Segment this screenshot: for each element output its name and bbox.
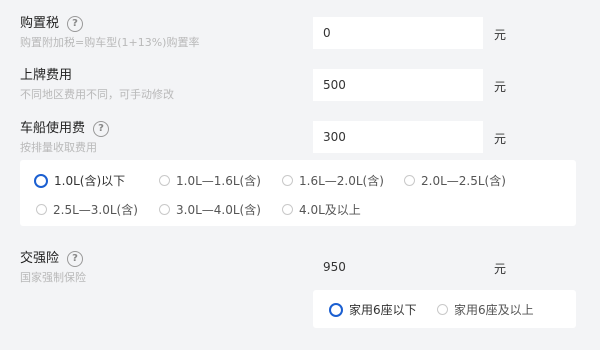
radio-icon — [36, 204, 47, 215]
plate-fee-input[interactable]: 500 — [313, 69, 483, 101]
radio-selected-icon — [329, 302, 343, 317]
plate-fee-unit: 元 — [494, 80, 507, 94]
radio-icon — [282, 175, 293, 186]
radio-displacement-2[interactable]: 1.0L—1.6L(含) — [159, 172, 261, 189]
radio-displacement-3[interactable]: 1.6L—2.0L(含) — [282, 172, 384, 189]
radio-displacement-4[interactable]: 2.0L—2.5L(含) — [404, 172, 506, 189]
radio-icon — [437, 304, 448, 315]
purchase-tax-label: 购置税? — [20, 12, 84, 32]
insurance-value: 950 — [323, 260, 346, 274]
radio-icon — [159, 204, 170, 215]
purchase-tax-description: 购置附加税=购车型(1+13%)购置率 — [20, 36, 200, 49]
radio-displacement-5[interactable]: 2.5L—3.0L(含) — [36, 201, 138, 218]
radio-icon — [159, 175, 170, 186]
vehicle-tax-input[interactable]: 300 — [313, 121, 483, 153]
displacement-options-panel: 1.0L(含)以下 1.0L—1.6L(含) 1.6L—2.0L(含) 2.0L… — [20, 160, 576, 226]
vehicle-tax-description: 按排量收取费用 — [20, 141, 97, 154]
vehicle-tax-label: 车船使用费? — [20, 117, 110, 137]
radio-icon — [282, 204, 293, 215]
radio-displacement-7[interactable]: 4.0L及以上 — [282, 201, 361, 218]
radio-seats-under-6[interactable]: 家用6座以下 — [329, 301, 417, 318]
purchase-tax-input[interactable]: 0 — [313, 17, 483, 49]
vehicle-tax-unit: 元 — [494, 132, 507, 146]
radio-icon — [404, 175, 415, 186]
radio-displacement-6[interactable]: 3.0L—4.0L(含) — [159, 201, 261, 218]
radio-selected-icon — [34, 173, 48, 188]
seat-options-panel: 家用6座以下 家用6座及以上 — [313, 290, 576, 328]
purchase-tax-unit: 元 — [494, 28, 507, 42]
plate-fee-description: 不同地区费用不同，可手动修改 — [20, 88, 174, 101]
help-icon[interactable]: ? — [67, 250, 84, 267]
radio-displacement-1[interactable]: 1.0L(含)以下 — [34, 172, 125, 189]
insurance-unit: 元 — [494, 262, 507, 276]
insurance-description: 国家强制保险 — [20, 271, 86, 284]
insurance-label: 交强险? — [20, 247, 84, 267]
help-icon[interactable]: ? — [93, 120, 110, 137]
radio-seats-6-plus[interactable]: 家用6座及以上 — [437, 301, 534, 318]
help-icon[interactable]: ? — [67, 15, 84, 32]
plate-fee-label: 上牌费用 — [20, 68, 73, 83]
